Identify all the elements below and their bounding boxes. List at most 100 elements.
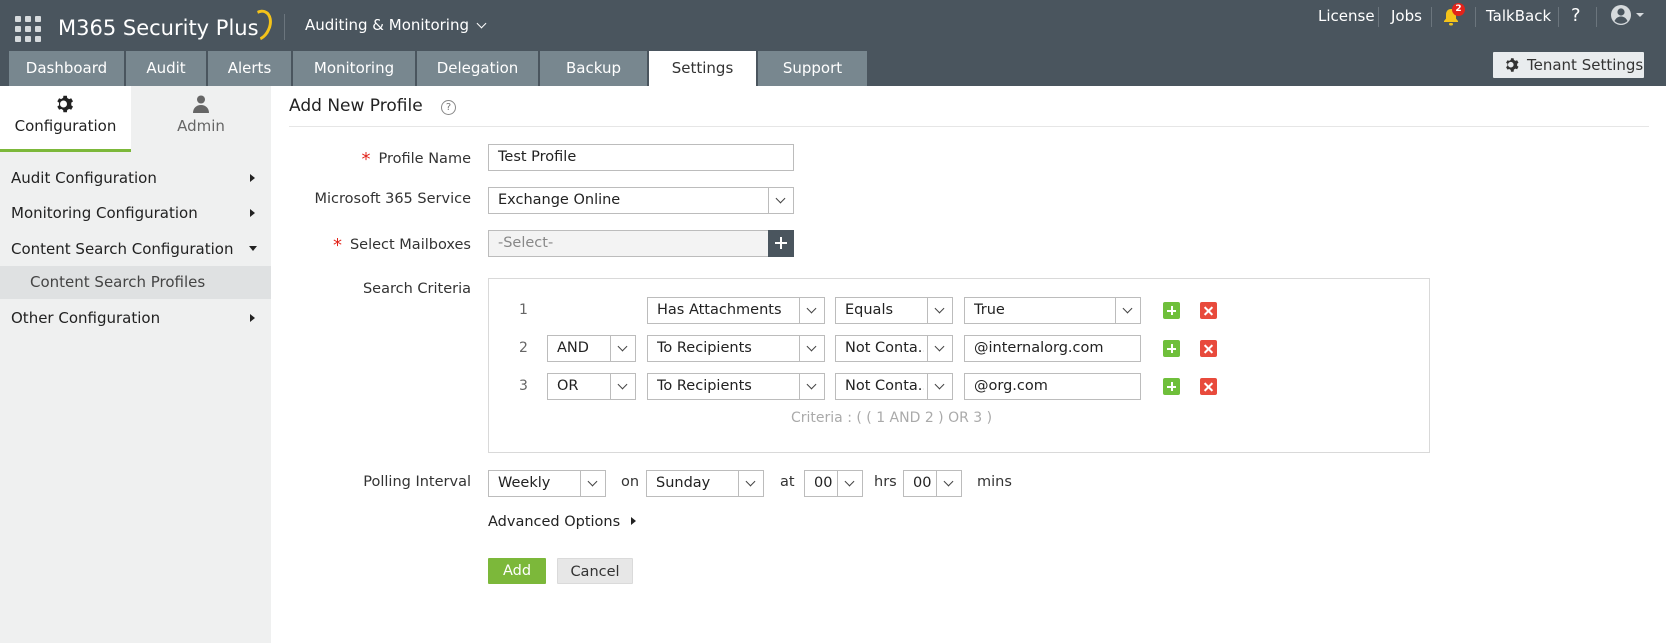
polling-frequency-select[interactable]: Weekly [488, 470, 606, 497]
tab-delegation[interactable]: Delegation [417, 51, 538, 86]
chevron-down-icon [610, 374, 635, 399]
chevron-right-icon [250, 174, 255, 182]
product-menu[interactable]: Auditing & Monitoring [305, 16, 487, 34]
criteria-field-select[interactable]: Has Attachments [647, 297, 825, 324]
criteria-operator-select[interactable]: Equals [835, 297, 953, 324]
select-value: AND [557, 340, 589, 356]
tenant-settings-label: Tenant Settings [1527, 56, 1644, 74]
help-icon[interactable]: ? [441, 100, 456, 115]
sidebar-item-label: Other Configuration [11, 309, 161, 327]
main-content: Add New Profile ? * Profile Name Test Pro… [271, 86, 1666, 643]
select-value: 00 [913, 475, 932, 491]
criteria-row-number: 1 [519, 302, 528, 318]
talkback-link[interactable]: TalkBack [1486, 7, 1551, 25]
sidebar-item-label: Audit Configuration [11, 169, 157, 187]
chevron-down-icon [738, 471, 763, 496]
remove-criteria-button[interactable] [1200, 378, 1217, 395]
criteria-operator-select[interactable]: Not Conta... [835, 335, 953, 362]
profile-name-label: * Profile Name [362, 147, 471, 170]
required-asterisk: * [332, 235, 342, 256]
service-select[interactable]: Exchange Online [488, 187, 794, 214]
license-link[interactable]: License [1318, 7, 1375, 25]
criteria-value-input[interactable]: @internalorg.com [964, 335, 1141, 362]
criteria-field-select[interactable]: To Recipients [647, 373, 825, 400]
sidebar-tab-label: Admin [177, 117, 225, 135]
gear-icon [1506, 58, 1519, 72]
select-value: To Recipients [657, 340, 752, 356]
sidebar-tab-admin[interactable]: Admin [131, 86, 271, 152]
gear-icon [57, 95, 73, 113]
search-criteria-label: Search Criteria [362, 281, 471, 297]
select-value: Weekly [498, 475, 551, 491]
sidebar: Configuration Admin Audit Configuration … [0, 86, 271, 643]
select-value: Not Conta... [845, 378, 924, 394]
remove-criteria-button[interactable] [1200, 302, 1217, 319]
criteria-logic-select[interactable]: AND [547, 335, 636, 362]
chevron-down-icon [927, 374, 952, 399]
divider [284, 14, 285, 40]
add-mailbox-button[interactable] [768, 230, 794, 257]
criteria-row-number: 2 [519, 340, 528, 356]
tab-settings[interactable]: Settings [649, 51, 756, 86]
select-value: OR [557, 378, 579, 394]
field-label-text: Profile Name [378, 151, 471, 167]
tab-alerts[interactable]: Alerts [208, 51, 291, 86]
chevron-down-icon [799, 374, 824, 399]
on-label: on [621, 474, 640, 490]
jobs-link[interactable]: Jobs [1391, 7, 1422, 25]
sidebar-item-other-configuration[interactable]: Other Configuration [0, 300, 271, 336]
chevron-down-icon [799, 336, 824, 361]
add-criteria-button[interactable] [1163, 378, 1180, 395]
chevron-right-icon [250, 209, 255, 217]
polling-hours-select[interactable]: 00 [804, 470, 863, 497]
criteria-expression: Criteria : ( ( 1 AND 2 ) OR 3 ) [791, 410, 993, 426]
user-icon [193, 95, 209, 113]
app-logo[interactable]: M365 Security Plus [58, 5, 277, 46]
service-select-value: Exchange Online [498, 192, 621, 208]
profile-name-input[interactable]: Test Profile [488, 144, 794, 171]
tab-dashboard[interactable]: Dashboard [9, 51, 124, 86]
chevron-right-icon [250, 314, 255, 322]
select-value: Has Attachments [657, 302, 782, 318]
sidebar-item-content-search-configuration[interactable]: Content Search Configuration [0, 231, 271, 267]
divider [1475, 7, 1476, 27]
select-value: 00 [814, 475, 833, 491]
service-label: Microsoft 365 Service [314, 191, 471, 207]
tab-audit[interactable]: Audit [126, 51, 206, 86]
advanced-options-toggle[interactable]: Advanced Options [488, 514, 637, 530]
criteria-value-input[interactable]: @org.com [964, 373, 1141, 400]
add-button[interactable]: Add [488, 558, 546, 584]
select-value: Not Conta... [845, 340, 924, 356]
user-account-menu[interactable] [1610, 4, 1650, 26]
sidebar-item-audit-configuration[interactable]: Audit Configuration [0, 160, 271, 196]
sidebar-tab-configuration[interactable]: Configuration [0, 86, 131, 152]
add-criteria-button[interactable] [1163, 302, 1180, 319]
polling-minutes-select[interactable]: 00 [903, 470, 962, 497]
notifications-bell-icon[interactable]: 2 [1441, 3, 1465, 27]
mailboxes-input[interactable]: -Select- [488, 230, 769, 257]
at-label: at [780, 474, 795, 490]
sidebar-item-monitoring-configuration[interactable]: Monitoring Configuration [0, 195, 271, 231]
polling-day-select[interactable]: Sunday [646, 470, 764, 497]
user-avatar-icon [1611, 5, 1644, 25]
cancel-button[interactable]: Cancel [557, 558, 633, 584]
divider [1378, 7, 1379, 27]
tenant-settings-button[interactable]: Tenant Settings [1493, 52, 1644, 78]
advanced-options-label: Advanced Options [488, 514, 621, 530]
criteria-logic-select[interactable]: OR [547, 373, 636, 400]
sidebar-item-content-search-profiles[interactable]: Content Search Profiles [0, 266, 271, 299]
tab-monitoring[interactable]: Monitoring [293, 51, 415, 86]
tab-support[interactable]: Support [758, 51, 867, 86]
tab-backup[interactable]: Backup [540, 51, 647, 86]
help-icon[interactable]: ? [1571, 5, 1581, 26]
chevron-down-icon [768, 188, 793, 213]
chevron-down-icon [799, 298, 824, 323]
chevron-down-icon [936, 471, 961, 496]
add-criteria-button[interactable] [1163, 340, 1180, 357]
criteria-operator-select[interactable]: Not Conta... [835, 373, 953, 400]
remove-criteria-button[interactable] [1200, 340, 1217, 357]
criteria-field-select[interactable]: To Recipients [647, 335, 825, 362]
app-grid-icon[interactable] [15, 16, 41, 42]
criteria-value-select[interactable]: True [964, 297, 1141, 324]
mailboxes-label: * Select Mailboxes [332, 233, 471, 256]
